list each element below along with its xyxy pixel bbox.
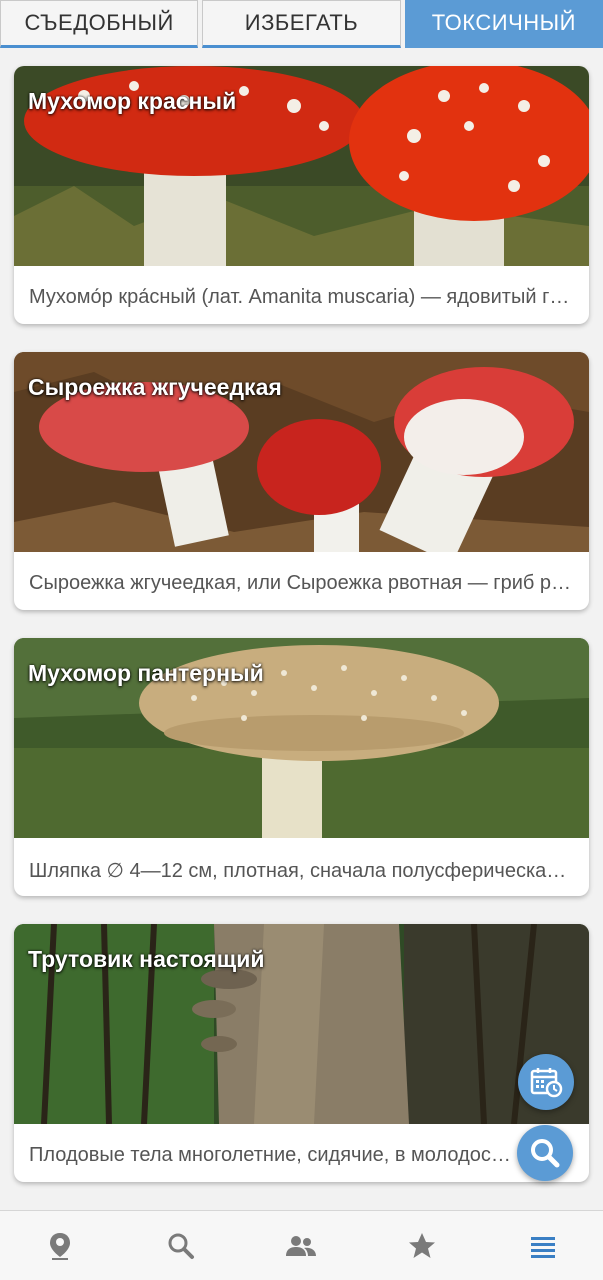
mushroom-description: Плодовые тела многолетние, сидячие, в мо… xyxy=(29,1144,519,1166)
tab-toxic[interactable]: ТОКСИЧНЫЙ xyxy=(404,0,603,48)
mushroom-description: Сыроежка жгучеедкая, или Сыроежка рвотна… xyxy=(29,572,574,594)
calendar-clock-icon xyxy=(530,1068,563,1098)
mushroom-description: Шляпка ∅ 4—12 см, плотная, сначала полус… xyxy=(29,860,574,882)
mushroom-title: Трутовик настоящий xyxy=(28,946,265,972)
nav-menu[interactable] xyxy=(513,1216,573,1276)
mushroom-list: Мухомор красный Мухомо́р кра́сный (лат. … xyxy=(14,66,589,1210)
tab-edible[interactable]: СЪЕДОБНЫЙ xyxy=(0,0,199,48)
people-icon xyxy=(286,1235,317,1256)
mushroom-card[interactable]: Трутовик настоящий Плодовые тела многоле… xyxy=(14,924,589,1182)
map-pin-icon xyxy=(50,1232,71,1260)
search-fab[interactable] xyxy=(517,1125,573,1181)
mushroom-card[interactable]: Сыроежка жгучеедкая Сыроежка жгучеедкая,… xyxy=(14,352,589,610)
star-icon xyxy=(409,1232,436,1258)
search-icon xyxy=(168,1233,194,1259)
mushroom-title: Сыроежка жгучеедкая xyxy=(28,374,282,400)
nav-community[interactable] xyxy=(271,1216,331,1276)
mushroom-title: Мухомор красный xyxy=(28,88,237,114)
search-icon xyxy=(531,1139,560,1168)
category-tabs: СЪЕДОБНЫЙ ИЗБЕГАТЬ ТОКСИЧНЫЙ xyxy=(0,0,603,50)
tab-avoid[interactable]: ИЗБЕГАТЬ xyxy=(202,0,401,48)
mushroom-description: Мухомо́р кра́сный (лат. Amanita muscaria… xyxy=(29,286,574,308)
menu-icon xyxy=(530,1236,555,1258)
calendar-button[interactable] xyxy=(518,1054,574,1110)
bottom-nav xyxy=(0,1210,603,1280)
mushroom-card[interactable]: Мухомор пантерный Шляпка ∅ 4—12 см, плот… xyxy=(14,638,589,896)
nav-map[interactable] xyxy=(30,1216,90,1276)
mushroom-title: Мухомор пантерный xyxy=(28,660,264,686)
nav-favorites[interactable] xyxy=(392,1216,452,1276)
nav-search[interactable] xyxy=(151,1216,211,1276)
mushroom-card[interactable]: Мухомор красный Мухомо́р кра́сный (лат. … xyxy=(14,66,589,324)
